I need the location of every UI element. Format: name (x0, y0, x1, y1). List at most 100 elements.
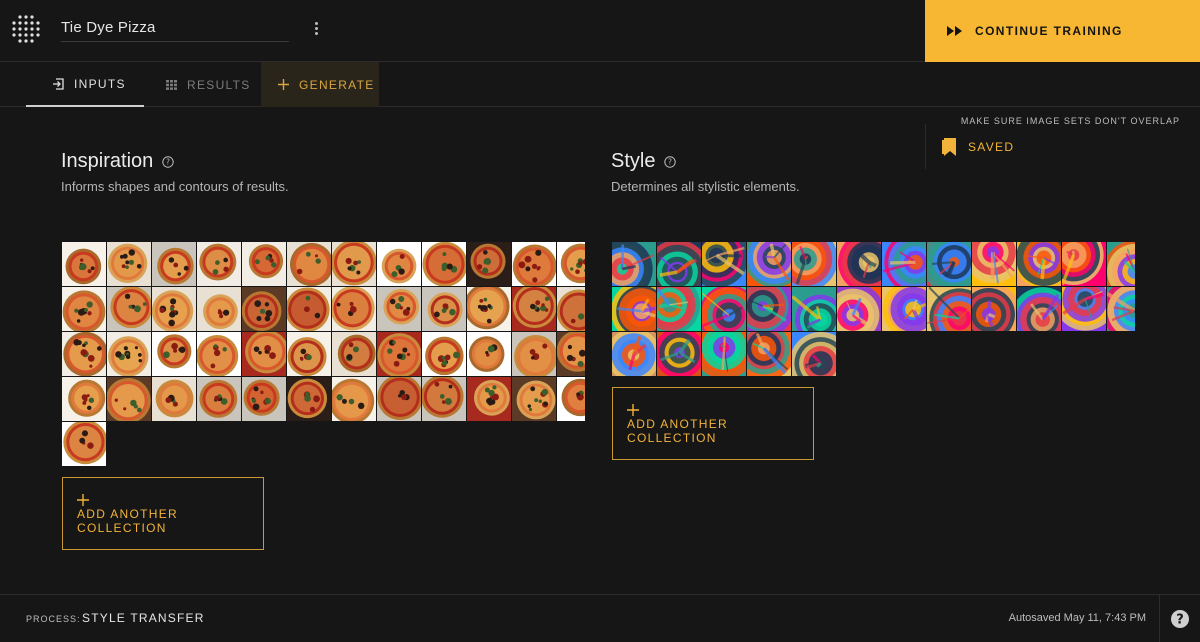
pizza-image-thumbnail (152, 377, 196, 421)
pizza-image-thumbnail (242, 377, 286, 421)
tie-dye-image-thumbnail (702, 287, 746, 331)
pizza-image-thumbnail (332, 287, 376, 331)
pizza-image-thumbnail (107, 377, 151, 421)
pizza-image-thumbnail (107, 332, 151, 376)
add-collection-label: ADD ANOTHER COLLECTION (77, 507, 178, 535)
pizza-image-thumbnail (287, 287, 331, 331)
tie-dye-image-thumbnail (657, 287, 701, 331)
tie-dye-image-thumbnail (702, 332, 746, 376)
pizza-image-thumbnail (287, 242, 331, 286)
pizza-image-thumbnail (287, 377, 331, 421)
more-options-icon[interactable] (308, 20, 324, 40)
inspiration-subtitle: Informs shapes and contours of results. (61, 179, 289, 194)
pizza-image-thumbnail (152, 332, 196, 376)
pizza-image-thumbnail (332, 242, 376, 286)
tie-dye-image-thumbnail (837, 287, 881, 331)
pizza-image-thumbnail (197, 242, 241, 286)
svg-text:?: ? (668, 157, 672, 166)
bookmark-icon (942, 137, 956, 156)
tie-dye-image-thumbnail (882, 242, 926, 286)
tie-dye-image-thumbnail (657, 332, 701, 376)
inspiration-add-collection-button[interactable]: ADD ANOTHER COLLECTION (62, 477, 264, 550)
tie-dye-image-thumbnail (1062, 242, 1106, 286)
pizza-image-thumbnail (107, 242, 151, 286)
tie-dye-image-thumbnail (1107, 242, 1135, 286)
svg-text:?: ? (166, 157, 170, 166)
help-circle-icon[interactable]: ? (162, 155, 174, 168)
process-label: PROCESS: (26, 614, 81, 624)
plus-icon (278, 79, 289, 90)
pizza-image-thumbnail (557, 242, 585, 286)
process-value[interactable]: STYLE TRANSFER (82, 611, 205, 625)
tie-dye-image-thumbnail (927, 287, 971, 331)
pizza-image-thumbnail (377, 332, 421, 376)
pizza-image-thumbnail (197, 377, 241, 421)
tie-dye-image-thumbnail (747, 287, 791, 331)
saved-indicator[interactable]: SAVED (925, 124, 1200, 169)
tie-dye-image-thumbnail (747, 332, 791, 376)
pizza-image-thumbnail (107, 287, 151, 331)
style-title: Style (611, 150, 656, 172)
tie-dye-image-thumbnail (1062, 287, 1106, 331)
pizza-image-thumbnail (62, 377, 106, 421)
tie-dye-image-thumbnail (792, 287, 836, 331)
svg-text:?: ? (1176, 613, 1184, 628)
help-button[interactable]: ? (1159, 595, 1200, 642)
pizza-image-thumbnail (422, 242, 466, 286)
top-bar: Tie Dye Pizza CONTINUE TRAINING (0, 0, 1200, 62)
plus-icon (627, 404, 639, 416)
pizza-image-thumbnail (512, 332, 556, 376)
pizza-image-thumbnail (512, 242, 556, 286)
tab-results[interactable]: RESULTS (144, 62, 261, 107)
tie-dye-image-thumbnail (1017, 287, 1061, 331)
project-title-input[interactable]: Tie Dye Pizza (61, 14, 289, 42)
pizza-image-thumbnail (242, 332, 286, 376)
pizza-image-thumbnail (557, 287, 585, 331)
pizza-image-thumbnail (377, 377, 421, 421)
tie-dye-image-thumbnail (612, 242, 656, 286)
app-logo-icon[interactable] (10, 13, 42, 45)
pizza-image-thumbnail (422, 377, 466, 421)
pizza-image-thumbnail (62, 287, 106, 331)
pizza-image-thumbnail (422, 332, 466, 376)
help-circle-icon[interactable]: ? (664, 155, 677, 168)
tie-dye-image-thumbnail (972, 242, 1016, 286)
pizza-image-thumbnail (467, 377, 511, 421)
inspiration-heading: Inspiration ? (61, 150, 174, 173)
tie-dye-image-thumbnail (792, 242, 836, 286)
pizza-image-thumbnail (62, 242, 106, 286)
tie-dye-image-thumbnail (792, 332, 836, 376)
pizza-image-thumbnail (197, 287, 241, 331)
overlap-warning: MAKE SURE IMAGE SETS DON'T OVERLAP (960, 116, 1180, 126)
pizza-image-thumbnail (557, 377, 585, 421)
inspiration-title: Inspiration (61, 150, 154, 172)
tie-dye-image-thumbnail (927, 242, 971, 286)
continue-training-button[interactable]: CONTINUE TRAINING (925, 0, 1200, 62)
continue-training-label: CONTINUE TRAINING (975, 24, 1123, 38)
autosave-status: Autosaved May 11, 7:43 PM (1008, 612, 1146, 624)
pizza-image-thumbnail (557, 332, 585, 376)
plus-icon (77, 494, 89, 506)
tab-generate[interactable]: GENERATE (261, 62, 379, 107)
tab-inputs[interactable]: INPUTS (26, 62, 144, 107)
tie-dye-image-thumbnail (1017, 242, 1061, 286)
saved-label: SAVED (968, 139, 1015, 154)
tie-dye-image-thumbnail (612, 332, 656, 376)
tie-dye-image-thumbnail (837, 242, 881, 286)
inspiration-image-grid[interactable] (62, 242, 585, 467)
style-image-grid[interactable] (612, 242, 1135, 377)
style-heading: Style ? (611, 150, 677, 173)
tab-bar: INPUTS RESULTS GENERATE SAVED (0, 62, 1200, 169)
pizza-image-thumbnail (152, 242, 196, 286)
tab-inputs-label: INPUTS (74, 76, 126, 91)
pizza-image-thumbnail (287, 332, 331, 376)
style-subtitle: Determines all stylistic elements. (611, 179, 800, 194)
tie-dye-image-thumbnail (972, 287, 1016, 331)
style-add-collection-button[interactable]: ADD ANOTHER COLLECTION (612, 387, 814, 460)
pizza-image-thumbnail (242, 242, 286, 286)
pizza-image-thumbnail (377, 287, 421, 331)
tie-dye-image-thumbnail (702, 242, 746, 286)
pizza-image-thumbnail (422, 287, 466, 331)
tie-dye-image-thumbnail (1107, 287, 1135, 331)
add-collection-label: ADD ANOTHER COLLECTION (627, 417, 728, 445)
